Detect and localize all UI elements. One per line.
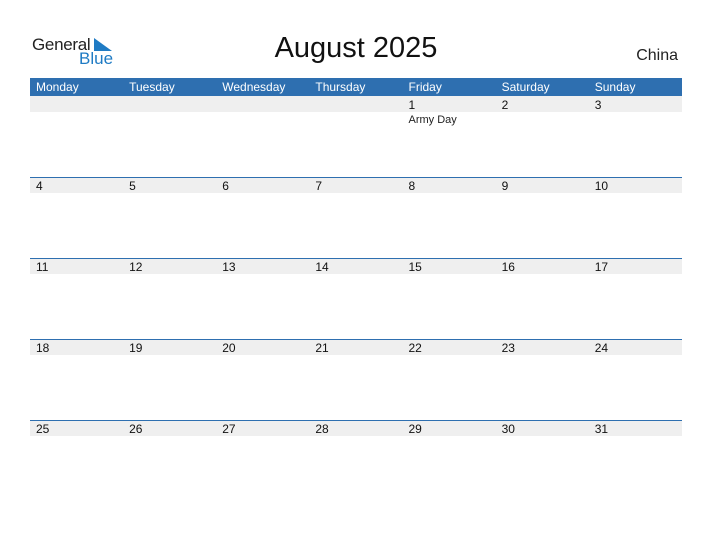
day-number: 13 [222,260,236,274]
weekday-friday: Friday [408,80,442,94]
day-number: 5 [129,179,136,193]
day-number: 19 [129,341,143,355]
day-cell: 13 [216,258,309,339]
day-cell: 29 [403,420,496,501]
day-cell: 21 [309,339,402,420]
day-cell: 24 [589,339,682,420]
day-cell: 19 [123,339,216,420]
day-number: 17 [594,260,609,274]
day-number: 12 [129,260,143,274]
day-number: 10 [594,179,609,193]
day-number: 20 [222,341,236,355]
holiday-label: Army Day [408,114,457,126]
day-number: 30 [501,422,515,436]
day-cell: 22 [403,339,496,420]
day-cell: 16 [496,258,589,339]
day-number: 21 [315,341,329,355]
day-number: 23 [501,341,515,355]
week-row: 25 26 27 28 29 30 31 [30,420,682,501]
day-cell [30,96,123,177]
day-cell: 4 [30,177,123,258]
day-cell: 9 [496,177,589,258]
day-number: 4 [36,179,43,193]
weekday-tuesday: Tuesday [129,80,175,94]
country-label: China [636,47,678,64]
day-number: 7 [315,179,323,193]
day-cell: 10 [589,177,682,258]
day-cell: 2 [496,96,589,177]
day-cell: 25 [30,420,123,501]
day-number [222,96,309,97]
weekday-monday: Monday [36,80,79,94]
weekday-wednesday: Wednesday [222,80,286,94]
day-cell: 15 [403,258,496,339]
weekday-header: Monday Tuesday Wednesday Thursday Friday… [30,78,682,96]
day-number: 29 [408,422,422,436]
day-number: 2 [501,98,509,112]
week-row: 11 12 13 14 15 16 17 [30,258,682,339]
day-cell: 11 [30,258,123,339]
day-number: 18 [36,341,50,355]
day-number: 22 [408,341,422,355]
weekday-sunday: Sunday [594,80,636,94]
week-row: 1 Army Day 2 3 [30,96,682,177]
day-number: 11 [36,260,49,274]
day-number: 28 [315,422,329,436]
day-cell: 28 [309,420,402,501]
day-cell: 5 [123,177,216,258]
day-number: 15 [408,260,422,274]
day-cell: 17 [589,258,682,339]
day-cell [216,96,309,177]
day-number: 8 [408,179,416,193]
day-number: 24 [594,341,609,355]
day-cell: 30 [496,420,589,501]
day-cell: 8 [403,177,496,258]
day-number: 16 [501,260,515,274]
day-number: 1 [408,98,416,112]
day-cell: 27 [216,420,309,501]
week-row: 18 19 20 21 22 23 24 [30,339,682,420]
day-cell: 1 Army Day [403,96,496,177]
day-number: 27 [222,422,236,436]
weekday-saturday: Saturday [501,80,550,94]
day-cell [309,96,402,177]
day-cell: 18 [30,339,123,420]
day-number [36,96,123,97]
day-cell: 7 [309,177,402,258]
day-number: 14 [315,260,329,274]
day-cell: 31 [589,420,682,501]
day-number [315,96,402,97]
day-number: 31 [594,422,609,436]
day-cell: 12 [123,258,216,339]
day-number: 25 [36,422,50,436]
week-row: 4 5 6 7 8 9 10 [30,177,682,258]
day-number [129,96,216,97]
day-cell: 14 [309,258,402,339]
day-cell: 3 [589,96,682,177]
day-number: 26 [129,422,143,436]
day-cell: 23 [496,339,589,420]
day-number: 6 [222,179,229,193]
weekday-thursday: Thursday [315,80,366,94]
day-number: 3 [594,98,602,112]
calendar-title: August 2025 [274,32,438,64]
day-cell: 20 [216,339,309,420]
day-cell: 26 [123,420,216,501]
day-number: 9 [501,179,509,193]
day-cell: 6 [216,177,309,258]
day-cell [123,96,216,177]
